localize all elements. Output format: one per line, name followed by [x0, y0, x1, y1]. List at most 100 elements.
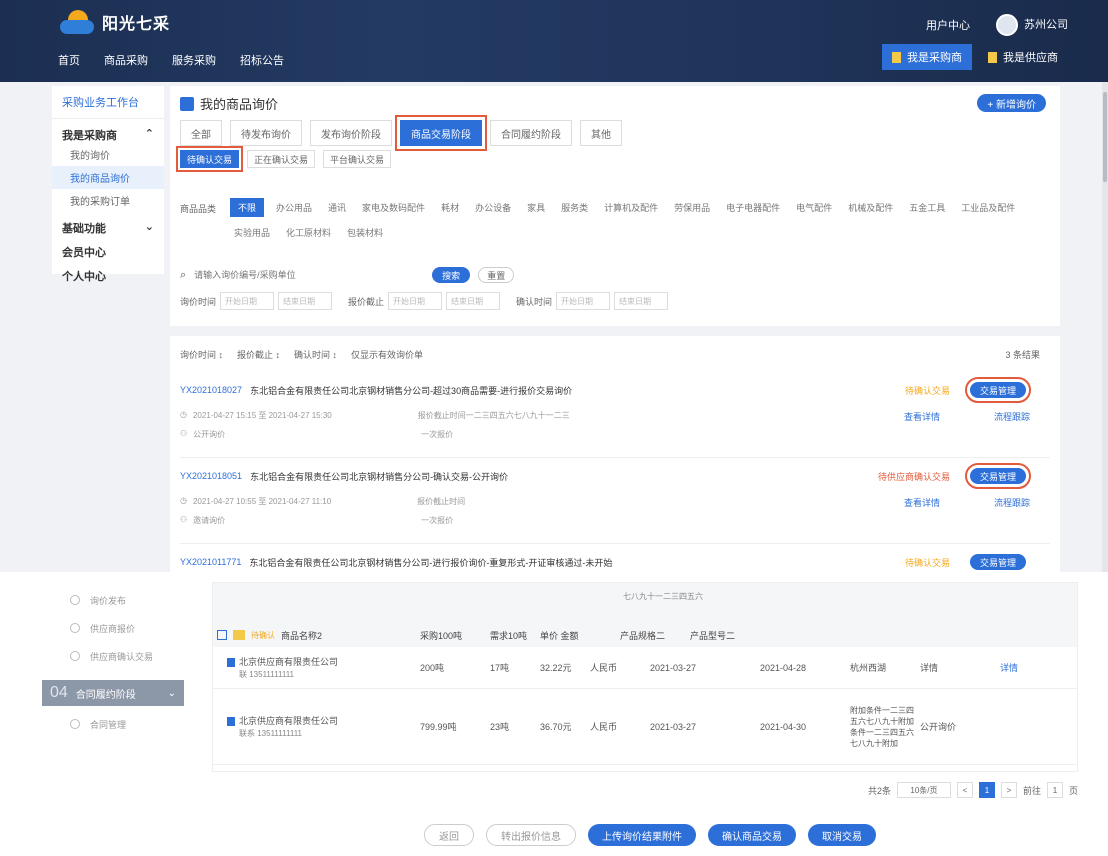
detail-link[interactable]: 详情 [998, 657, 1058, 678]
subtab-confirming[interactable]: 正在确认交易 [247, 150, 316, 168]
valid-only-checkbox[interactable]: 仅显示有效询价单 [351, 348, 423, 361]
search-button[interactable]: 搜索 [432, 267, 471, 283]
tab-all[interactable]: 全部 [180, 120, 222, 146]
top-header: 阳光七采 用户中心 苏州公司 首页 商品采购 服务采购 招标公告 我是采购商 我… [0, 0, 1108, 82]
page-size-select[interactable]: 10条/页 [896, 782, 951, 798]
trade-manage-button[interactable]: 交易管理 [969, 554, 1026, 570]
subtab-platform-confirm[interactable]: 平台确认交易 [323, 150, 392, 168]
sidebar-item-inquiry[interactable]: 我的询价 [52, 143, 164, 166]
category-item[interactable]: 办公设备 [471, 198, 515, 217]
sidebar-group-basic[interactable]: 基础功能 ⌄ [52, 212, 164, 236]
category-item[interactable]: 家具 [523, 198, 549, 217]
quote-type: 一次报价 [421, 516, 454, 525]
sidebar-item-orders[interactable]: 我的采购订单 [52, 189, 164, 212]
step-item[interactable]: 询价发布 [52, 590, 174, 610]
next-page-button[interactable]: > [1000, 782, 1017, 798]
inquiry-number-link[interactable]: YX2021018027 [180, 385, 242, 395]
tab-contract[interactable]: 合同履约阶段 [490, 120, 572, 146]
nav-item-home[interactable]: 首页 [58, 52, 80, 68]
cancel-trade-button[interactable]: 取消交易 [808, 824, 876, 846]
category-item[interactable]: 机械及配件 [844, 198, 897, 217]
current-step[interactable]: 04 合同履约阶段 ⌄ [42, 680, 184, 706]
category-item[interactable]: 家电及数码配件 [358, 198, 429, 217]
confirm-trade-button[interactable]: 确认商品交易 [708, 824, 796, 846]
process-track-link[interactable]: 流程跟踪 [994, 410, 1030, 423]
logo[interactable]: 阳光七采 [60, 10, 170, 34]
inquiry-number-link[interactable]: YX2021011771 [180, 557, 241, 567]
scrollbar-thumb[interactable] [1103, 92, 1107, 182]
category-item[interactable]: 包装材料 [343, 223, 387, 242]
section-divider [170, 326, 1060, 336]
date-end-field[interactable]: 结束日期 [614, 292, 669, 310]
user-icon: ⚇ [180, 429, 188, 438]
category-item[interactable]: 不限 [230, 198, 265, 217]
category-item[interactable]: 计算机及配件 [600, 198, 662, 217]
buyer-role-button[interactable]: 我是采购商 [882, 44, 972, 70]
trade-manage-button[interactable]: 交易管理 [964, 377, 1032, 403]
search-input[interactable] [194, 266, 425, 284]
date-start-field[interactable]: 开始日期 [388, 292, 443, 310]
category-item[interactable]: 电气配件 [792, 198, 836, 217]
sidebar-group-personal[interactable]: 个人中心 [52, 260, 164, 284]
tab-publish[interactable]: 发布询价阶段 [310, 120, 392, 146]
chevron-down-icon: ⌄ [144, 221, 154, 233]
date-end-field[interactable]: 结束日期 [446, 292, 501, 310]
status-badge: 待确认交易 [904, 385, 950, 396]
step-item[interactable]: 合同管理 [52, 714, 174, 734]
view-detail-link[interactable]: 查看详情 [904, 496, 940, 509]
step-item[interactable]: 供应商确认交易 [52, 646, 174, 666]
folder-icon [233, 630, 245, 640]
process-track-link[interactable]: 流程跟踪 [994, 496, 1030, 509]
circle-icon [70, 595, 80, 605]
subtab-to-confirm[interactable]: 待确认交易 [175, 146, 244, 172]
trade-manage-button[interactable]: 交易管理 [964, 463, 1032, 489]
total-count: 共2条 [867, 785, 891, 796]
user-center-link[interactable]: 用户中心 [926, 17, 970, 33]
tab-other[interactable]: 其他 [580, 120, 622, 146]
step-number: 04 [50, 684, 68, 701]
category-item[interactable]: 电子电器配件 [722, 198, 784, 217]
list-item: YX2021018027 东北铝合金有限责任公司北京钢材销售分公司-超过30商品… [180, 377, 1050, 458]
circle-icon [70, 623, 80, 633]
user-area: 用户中心 苏州公司 [926, 14, 1068, 36]
category-item[interactable]: 实验用品 [230, 223, 274, 242]
view-detail-link[interactable]: 查看详情 [904, 410, 940, 423]
sidebar-group-buyer[interactable]: 我是采购商 ⌃ [52, 119, 164, 143]
tab-pending[interactable]: 待发布询价 [230, 120, 302, 146]
date-end-field[interactable]: 结束日期 [278, 292, 333, 310]
category-item[interactable]: 耗材 [437, 198, 463, 217]
sidebar-group-member[interactable]: 会员中心 [52, 236, 164, 260]
nav-item-goods[interactable]: 商品采购 [104, 52, 148, 68]
sidebar-item-goods-inquiry[interactable]: 我的商品询价 [52, 166, 164, 189]
category-item[interactable]: 五金工具 [905, 198, 949, 217]
page-number[interactable]: 1 [978, 782, 995, 798]
goto-page-input[interactable]: 1 [1046, 782, 1063, 798]
category-item[interactable]: 办公用品 [272, 198, 316, 217]
upload-result-button[interactable]: 上传询价结果附件 [588, 824, 696, 846]
date-start-field[interactable]: 开始日期 [220, 292, 275, 310]
step-item[interactable]: 供应商报价 [52, 618, 174, 638]
collapse-icon[interactable] [217, 630, 227, 640]
back-button[interactable]: 返回 [424, 824, 474, 846]
inquiry-number-link[interactable]: YX2021018051 [180, 471, 242, 481]
date-start-field[interactable]: 开始日期 [556, 292, 611, 310]
sort-inquiry-time[interactable]: 询价时间 ↕ [180, 348, 223, 361]
category-item[interactable]: 工业品及配件 [957, 198, 1019, 217]
category-item[interactable]: 化工原材料 [282, 223, 335, 242]
export-quote-button[interactable]: 转出报价信息 [486, 824, 576, 846]
add-inquiry-button[interactable]: + 新增询价 [977, 94, 1046, 112]
reset-button[interactable]: 重置 [478, 267, 515, 283]
top-panel: 阳光七采 用户中心 苏州公司 首页 商品采购 服务采购 招标公告 我是采购商 我… [0, 0, 1108, 572]
tab-trade[interactable]: 商品交易阶段 [395, 115, 487, 151]
category-item[interactable]: 服务类 [557, 198, 592, 217]
scrollbar[interactable] [1102, 82, 1108, 572]
sort-quote-deadline[interactable]: 报价截止 ↕ [237, 348, 280, 361]
category-item[interactable]: 通讯 [324, 198, 350, 217]
supplier-role-button[interactable]: 我是供应商 [978, 44, 1068, 70]
user-menu[interactable]: 苏州公司 [996, 14, 1068, 36]
category-item[interactable]: 劳保用品 [670, 198, 714, 217]
prev-page-button[interactable]: < [956, 782, 973, 798]
nav-item-service[interactable]: 服务采购 [172, 52, 216, 68]
sort-confirm-time[interactable]: 确认时间 ↕ [294, 348, 337, 361]
nav-item-tender[interactable]: 招标公告 [240, 52, 284, 68]
